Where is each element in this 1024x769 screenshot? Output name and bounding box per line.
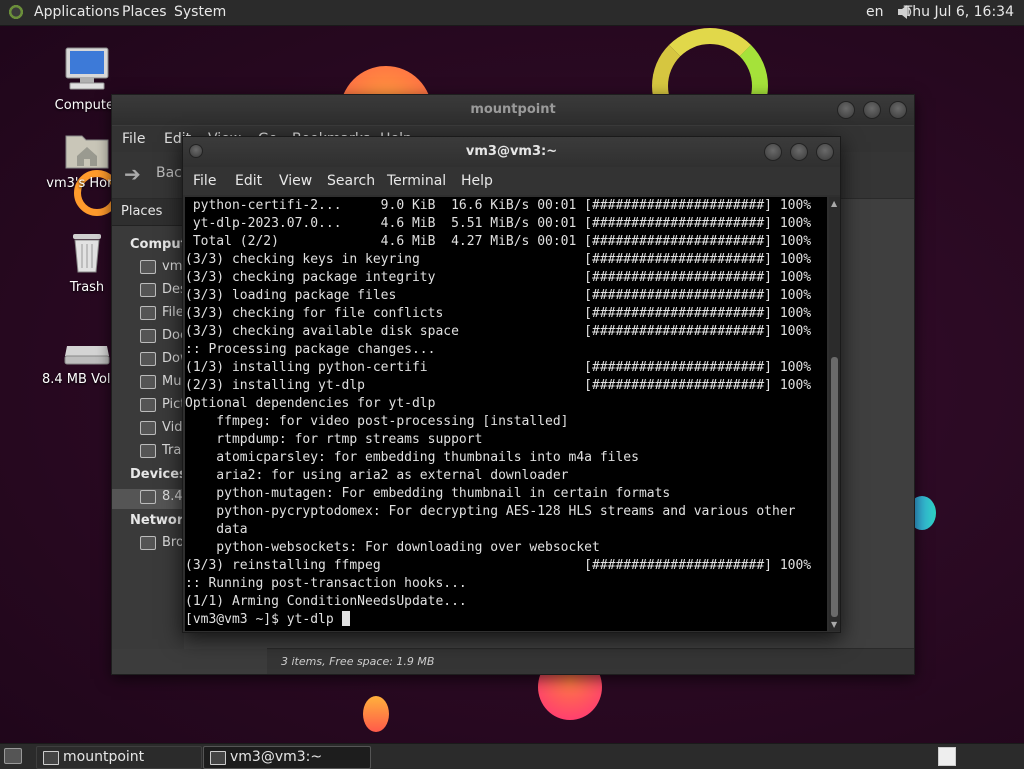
- scroll-up-icon[interactable]: ▲: [831, 199, 837, 208]
- taskbar-item-label: vm3@vm3:~: [230, 749, 323, 765]
- window-title[interactable]: vm3@vm3:~: [183, 137, 840, 167]
- clock[interactable]: Thu Jul 6, 16:34: [904, 4, 1014, 20]
- menu-terminal[interactable]: Terminal: [387, 173, 446, 189]
- sidebar-item-music[interactable]: Music: [140, 374, 184, 394]
- computer-icon: [65, 47, 109, 90]
- terminal-line: python-pycryptodomex: For decrypting AES…: [185, 504, 796, 519]
- sidebar: Places Computer vm3 Desktop File System …: [112, 199, 184, 649]
- terminal-output[interactable]: python-certifi-2... 9.0 KiB 16.6 KiB/s 0…: [185, 197, 827, 631]
- sidebar-item-downloads[interactable]: Downloads: [140, 351, 184, 371]
- file-manager-icon: [43, 751, 59, 765]
- show-desktop-icon[interactable]: [4, 748, 22, 764]
- maximize-button[interactable]: [863, 101, 881, 119]
- terminal-line: ffmpeg: for video post-processing [insta…: [185, 414, 569, 429]
- minimize-button[interactable]: [837, 101, 855, 119]
- terminal-line: (1/3) installing python-certifi [#######…: [185, 360, 812, 375]
- back-arrow-icon[interactable]: ➔: [124, 162, 141, 186]
- taskbar-item-mountpoint[interactable]: mountpoint: [36, 746, 202, 769]
- trash-icon: [73, 234, 101, 273]
- scrollbar-thumb[interactable]: [831, 357, 838, 617]
- menu-system[interactable]: System: [174, 4, 226, 20]
- keyboard-layout-indicator[interactable]: en: [866, 4, 884, 20]
- terminal-line: data: [185, 522, 248, 537]
- pictures-folder-icon: [140, 397, 156, 412]
- terminal-prompt-line[interactable]: [vm3@vm3 ~]$ yt-dlp: [185, 611, 827, 629]
- sidebar-item-desktop[interactable]: Desktop: [140, 282, 184, 302]
- workspace-switcher-icon[interactable]: [938, 747, 956, 766]
- downloads-folder-icon: [140, 351, 156, 366]
- terminal-line: aria2: for using aria2 as external downl…: [185, 468, 569, 483]
- network-icon: [140, 535, 156, 550]
- decor-small-orange-circle: [363, 696, 389, 732]
- text-cursor: [341, 611, 350, 626]
- scroll-down-icon[interactable]: ▼: [831, 620, 837, 629]
- menu-file[interactable]: File: [122, 131, 145, 147]
- top-panel: Applications Places System en Thu Jul 6,…: [0, 0, 1024, 26]
- sidebar-item-browse-network[interactable]: Browse Network: [140, 535, 184, 555]
- terminal-line: rtmpdump: for rtmp streams support: [185, 432, 483, 447]
- close-button[interactable]: [889, 101, 907, 119]
- terminal-line: python-mutagen: For embedding thumbnail …: [185, 486, 671, 501]
- sidebar-item-volume[interactable]: 8.4 MB Volume: [112, 489, 184, 509]
- terminal-line: Optional dependencies for yt-dlp: [185, 396, 436, 411]
- music-folder-icon: [140, 374, 156, 389]
- menu-applications[interactable]: Applications: [34, 4, 120, 20]
- sidebar-item-filesystem[interactable]: File System: [140, 305, 184, 325]
- terminal-line: (2/3) installing yt-dlp [###############…: [185, 378, 812, 393]
- sidebar-item-trash[interactable]: Trash: [140, 443, 184, 463]
- drive-icon: [64, 346, 110, 365]
- terminal-line: :: Running post-transaction hooks...: [185, 576, 467, 591]
- menubar: File Edit View Search Terminal Help: [183, 167, 840, 195]
- terminal-menu-button[interactable]: [189, 144, 203, 158]
- menu-file[interactable]: File: [193, 173, 216, 189]
- scrollbar[interactable]: ▲ ▼: [829, 197, 840, 631]
- menu-places[interactable]: Places: [122, 4, 167, 20]
- terminal-line: (3/3) checking package integrity [######…: [185, 270, 812, 285]
- home-folder-icon: [65, 135, 109, 169]
- terminal-line: (3/3) checking keys in keyring [########…: [185, 252, 812, 267]
- trash-small-icon: [140, 443, 156, 458]
- sidebar-item-pictures[interactable]: Pictures: [140, 397, 184, 417]
- terminal-line: python-websockets: For downloading over …: [185, 540, 600, 555]
- terminal-line: (3/3) loading package files [###########…: [185, 288, 812, 303]
- distro-logo-icon[interactable]: [7, 3, 25, 21]
- terminal-line: (3/3) reinstalling ffmpeg [#############…: [185, 558, 812, 573]
- sidebar-item-home[interactable]: vm3: [140, 259, 184, 279]
- home-icon: [140, 259, 156, 274]
- sidebar-section-computer: Computer: [130, 237, 184, 252]
- terminal-line: (3/3) checking available disk space [###…: [185, 324, 812, 339]
- taskbar-item-label: mountpoint: [63, 749, 145, 765]
- sidebar-section-devices: Devices: [130, 467, 184, 482]
- menu-view[interactable]: View: [279, 173, 312, 189]
- minimize-button[interactable]: [764, 143, 782, 161]
- maximize-button[interactable]: [790, 143, 808, 161]
- sidebar-header[interactable]: Places: [112, 199, 184, 226]
- videos-folder-icon: [140, 420, 156, 435]
- terminal-line: (1/1) Arming ConditionNeedsUpdate...: [185, 594, 467, 609]
- drive-small-icon: [140, 489, 156, 504]
- terminal-line: atomicparsley: for embedding thumbnails …: [185, 450, 639, 465]
- taskbar-item-terminal[interactable]: vm3@vm3:~: [203, 746, 371, 769]
- terminal-icon: [210, 751, 226, 765]
- terminal-line: :: Processing package changes...: [185, 342, 436, 357]
- menu-help[interactable]: Help: [461, 173, 493, 189]
- sidebar-section-network: Network: [130, 513, 184, 528]
- terminal-line: python-certifi-2... 9.0 KiB 16.6 KiB/s 0…: [185, 198, 812, 213]
- filesystem-icon: [140, 305, 156, 320]
- desktop-folder-icon: [140, 282, 156, 297]
- status-bar: 3 items, Free space: 1.9 MB: [267, 648, 914, 674]
- terminal-window[interactable]: vm3@vm3:~ File Edit View Search Terminal…: [182, 136, 841, 633]
- sidebar-item-documents[interactable]: Documents: [140, 328, 184, 348]
- window-title[interactable]: mountpoint: [112, 95, 914, 125]
- documents-folder-icon: [140, 328, 156, 343]
- bottom-panel: mountpoint vm3@vm3:~: [0, 743, 1024, 769]
- close-button[interactable]: [816, 143, 834, 161]
- terminal-prompt: [vm3@vm3 ~]$ yt-dlp: [185, 612, 342, 627]
- terminal-line: Total (2/2) 4.6 MiB 4.27 MiB/s 00:01 [##…: [185, 234, 812, 249]
- menu-edit[interactable]: Edit: [235, 173, 262, 189]
- sidebar-item-videos[interactable]: Videos: [140, 420, 184, 440]
- menu-search[interactable]: Search: [327, 173, 375, 189]
- terminal-line: (3/3) checking for file conflicts [#####…: [185, 306, 812, 321]
- terminal-line: yt-dlp-2023.07.0... 4.6 MiB 5.51 MiB/s 0…: [185, 216, 812, 231]
